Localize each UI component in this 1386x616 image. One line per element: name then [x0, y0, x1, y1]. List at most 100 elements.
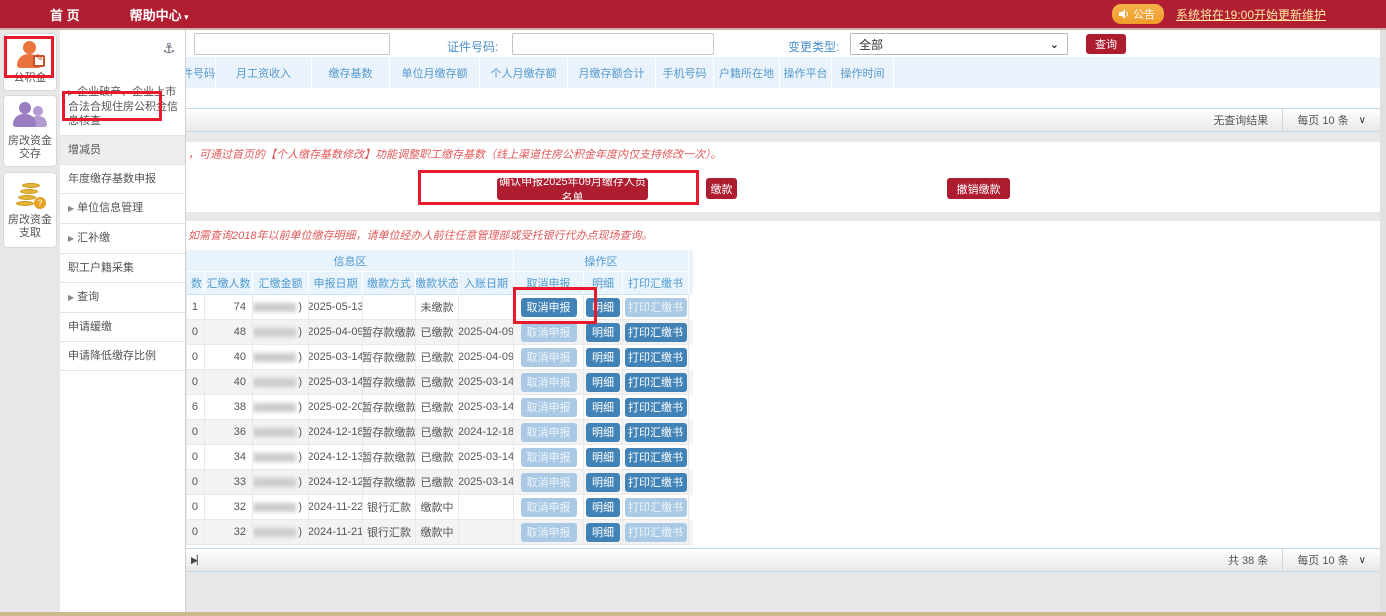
masked-amount: [253, 328, 296, 337]
cert-number-input[interactable]: [512, 33, 714, 55]
anchor-icon[interactable]: ⚓: [162, 40, 175, 57]
rail-item-fanggai-zhiqu[interactable]: ? 房改资金支取: [3, 172, 57, 248]
page-size-select[interactable]: 每页 10 条∨: [1282, 549, 1380, 571]
cell-detail-button: 明细: [584, 520, 623, 545]
cancel-declare-button: 取消申报: [521, 523, 577, 542]
cert-number-label: 证件号码:: [447, 38, 498, 55]
employee-table-pagination: 无查询结果 每页 10 条∨: [186, 108, 1380, 132]
print-remittance-button[interactable]: 打印汇缴书: [625, 448, 687, 467]
name-filter-input[interactable]: [194, 33, 390, 55]
cell-declare-date: 2025-03-14: [309, 345, 363, 370]
cancel-declare-button: 取消申报: [521, 498, 577, 517]
cell-pay-status: 缴款中: [416, 520, 459, 545]
revoke-pay-button[interactable]: 撤销缴款: [947, 178, 1010, 199]
cell-pay-status: 已缴款: [416, 445, 459, 470]
group-header: 操作区: [514, 250, 689, 272]
column-header: 取消申报: [514, 272, 584, 295]
cell-amount: ): [253, 370, 309, 395]
cell-num: 0: [187, 445, 205, 470]
table-row: 033)2024-12-12暂存款缴款已缴款2025-03-14取消申报明细打印…: [187, 470, 693, 495]
cell-detail-button: 明细: [584, 345, 623, 370]
chevron-down-icon: ∨: [1359, 555, 1366, 566]
menu-item-5[interactable]: 职工户籍采集: [60, 254, 185, 283]
print-remittance-button: 打印汇缴书: [625, 298, 687, 317]
cell-cancel-declare-button: 取消申报: [514, 395, 584, 420]
cell-amount: ): [253, 345, 309, 370]
menu-item-label: 申请缓缴: [68, 321, 112, 333]
pay-button[interactable]: 缴款: [706, 178, 737, 199]
print-remittance-button[interactable]: 打印汇缴书: [625, 398, 687, 417]
cell-entry-date: 2025-03-14: [459, 370, 514, 395]
menu-item-6[interactable]: ▶查询: [60, 283, 185, 313]
cell-pay-status: 已缴款: [416, 470, 459, 495]
cancel-declare-button[interactable]: 取消申报: [521, 298, 577, 317]
detail-button[interactable]: 明细: [586, 448, 620, 467]
detail-button[interactable]: 明细: [586, 373, 620, 392]
menu-item-label: 职工户籍采集: [68, 262, 134, 274]
cell-cancel-declare-button: 取消申报: [514, 295, 584, 320]
cell-cancel-declare-button: 取消申报: [514, 320, 584, 345]
skip-to-end-icon[interactable]: ▶▏: [191, 555, 203, 566]
detail-button[interactable]: 明细: [586, 423, 620, 442]
cell-people-count: 33: [205, 470, 253, 495]
cell-amount: ): [253, 395, 309, 420]
menu-item-label: 汇补缴: [77, 232, 110, 244]
masked-amount: [253, 303, 296, 312]
detail-button[interactable]: 明细: [586, 323, 620, 342]
expand-arrow-icon: ▶: [68, 204, 74, 213]
detail-button[interactable]: 明细: [586, 398, 620, 417]
confirm-declare-button[interactable]: 确认申报2025年09月缴存人员名单: [497, 178, 648, 200]
column-header: 汇缴金额: [253, 272, 309, 295]
table-column-header-row: 数汇缴人数汇缴金额申报日期缴款方式缴款状态入账日期取消申报明细打印汇缴书: [187, 272, 693, 295]
cancel-declare-button: 取消申报: [521, 398, 577, 417]
right-gutter: [1380, 30, 1386, 612]
print-remittance-button: 打印汇缴书: [625, 498, 687, 517]
detail-button[interactable]: 明细: [586, 473, 620, 492]
remittance-table-pagination: ▶▏ 共 38 条 每页 10 条∨: [186, 548, 1380, 572]
change-type-select[interactable]: 全部⌄: [850, 33, 1068, 55]
menu-item-7[interactable]: 申请缓缴: [60, 313, 185, 342]
nav-home[interactable]: 首 页: [50, 5, 80, 24]
cell-entry-date: 2024-12-18: [459, 420, 514, 445]
nav-help-center[interactable]: 帮助中心 ▾: [130, 5, 189, 24]
menu-item-2[interactable]: 年度缴存基数申报: [60, 165, 185, 194]
cell-declare-date: 2024-11-21: [309, 520, 363, 545]
announcement-link[interactable]: 系统将在19:00开始更新维护: [1176, 6, 1326, 23]
cancel-declare-button: 取消申报: [521, 448, 577, 467]
detail-button[interactable]: 明细: [586, 348, 620, 367]
masked-amount: [253, 403, 296, 412]
cell-declare-date: 2024-12-18: [309, 420, 363, 445]
print-remittance-button[interactable]: 打印汇缴书: [625, 473, 687, 492]
detail-button[interactable]: 明细: [586, 498, 620, 517]
print-remittance-button[interactable]: 打印汇缴书: [625, 348, 687, 367]
print-remittance-button[interactable]: 打印汇缴书: [625, 323, 687, 342]
cell-detail-button: 明细: [584, 395, 623, 420]
cell-pay-method: 暂存款缴款: [363, 345, 416, 370]
menu-item-0[interactable]: ▶企业破产、企业上市合法合规住房公积金信息核查: [60, 78, 185, 136]
cell-people-count: 38: [205, 395, 253, 420]
rail-item-fanggai-jiaocun[interactable]: 房改资金交存: [3, 95, 57, 167]
cell-pay-status: 已缴款: [416, 345, 459, 370]
table-row: 032)2024-11-21银行汇款缴款中取消申报明细打印汇缴书: [187, 520, 693, 545]
menu-item-label: 单位信息管理: [77, 202, 143, 214]
print-remittance-button[interactable]: 打印汇缴书: [625, 423, 687, 442]
search-button[interactable]: 查询: [1086, 34, 1126, 54]
cancel-declare-button: 取消申报: [521, 348, 577, 367]
masked-amount: [253, 503, 296, 512]
masked-amount: [253, 453, 296, 462]
menu-item-4[interactable]: ▶汇补缴: [60, 224, 185, 254]
menu-item-3[interactable]: ▶单位信息管理: [60, 194, 185, 224]
menu-item-label: 企业破产、企业上市合法合规住房公积金信息核查: [68, 86, 178, 127]
cell-entry-date: 2025-04-09: [459, 320, 514, 345]
detail-button[interactable]: 明细: [586, 523, 620, 542]
cell-cancel-declare-button: 取消申报: [514, 495, 584, 520]
print-remittance-button[interactable]: 打印汇缴书: [625, 373, 687, 392]
menu-item-1[interactable]: 增减员: [60, 136, 185, 165]
rail-item-gongjijin[interactable]: 公积金: [3, 33, 57, 91]
cell-detail-button: 明细: [584, 420, 623, 445]
chevron-down-icon: ▾: [182, 12, 189, 22]
menu-item-8[interactable]: 申请降低缴存比例: [60, 342, 185, 371]
page-size-select[interactable]: 每页 10 条∨: [1282, 109, 1380, 131]
cell-num: 0: [187, 370, 205, 395]
detail-button[interactable]: 明细: [586, 298, 620, 317]
